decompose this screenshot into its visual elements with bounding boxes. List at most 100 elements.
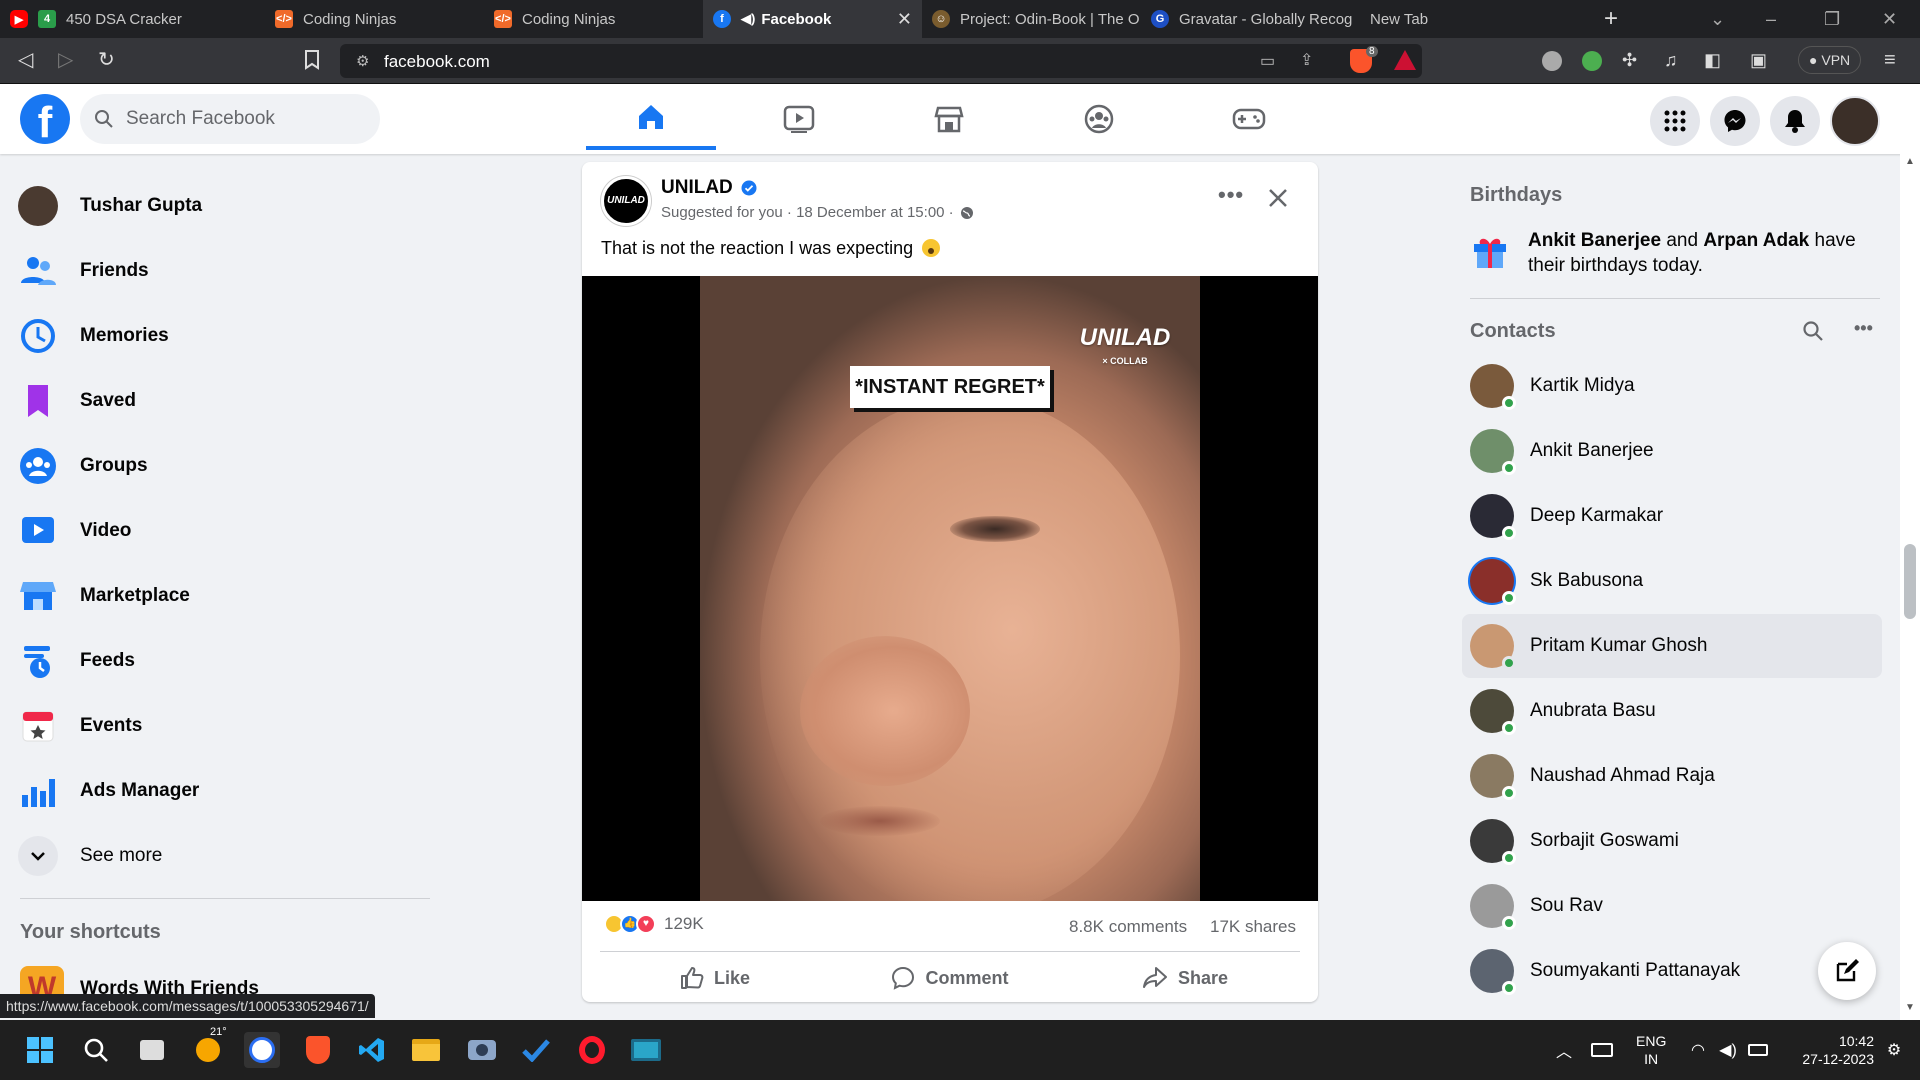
search-input[interactable]	[126, 108, 356, 130]
keyboard-icon[interactable]	[1584, 1032, 1620, 1068]
messenger-button[interactable]	[1710, 96, 1760, 146]
task-view-icon[interactable]	[134, 1032, 170, 1068]
facebook-logo-icon[interactable]: f	[20, 94, 70, 144]
comments-count[interactable]: 8.8K comments	[1069, 917, 1187, 937]
post-video[interactable]: *INSTANT REGRET* UNILAD × COLLAB	[582, 276, 1318, 901]
extension-icon[interactable]	[1582, 51, 1602, 71]
tab-gaming[interactable]	[1184, 88, 1314, 150]
file-explorer-icon[interactable]	[408, 1032, 444, 1068]
new-tab-icon[interactable]: +	[1604, 0, 1618, 38]
scroll-thumb[interactable]	[1904, 544, 1916, 619]
shares-count[interactable]: 17K shares	[1210, 917, 1296, 937]
scroll-up-arrow-icon[interactable]: ▲	[1905, 156, 1915, 167]
sidebar-item-marketplace[interactable]: Marketplace	[18, 566, 438, 626]
address-bar[interactable]: ⚙ facebook.com ▭ ⇪ 8	[340, 44, 1422, 78]
browser-tab[interactable]: New Tab	[1360, 0, 1560, 38]
vpn-button[interactable]: ● VPN	[1798, 46, 1862, 74]
birthday-name[interactable]: Arpan Adak	[1703, 230, 1809, 251]
camera-icon[interactable]	[464, 1032, 500, 1068]
minimize-icon[interactable]: –	[1766, 0, 1776, 38]
share-button[interactable]: Share	[1070, 958, 1300, 998]
sidebar-item-groups[interactable]: Groups	[18, 436, 438, 496]
restore-icon[interactable]: ❐	[1824, 0, 1840, 38]
contact-item[interactable]: Naushad Ahmad Raja	[1462, 744, 1882, 808]
browser-tab[interactable]: G Gravatar - Globally Recog	[1141, 0, 1360, 38]
start-windows-icon[interactable]	[22, 1032, 58, 1068]
battery-icon[interactable]	[1740, 1032, 1776, 1068]
wallet-icon[interactable]: ▣	[1750, 50, 1767, 70]
sidebar-item-ads-manager[interactable]: Ads Manager	[18, 761, 438, 821]
search-icon[interactable]	[78, 1032, 114, 1068]
system-clock[interactable]: 10:42 27-12-2023	[1782, 1032, 1874, 1068]
sidebar-item-saved[interactable]: Saved	[18, 371, 438, 431]
sidebar-item-video[interactable]: Video	[18, 501, 438, 561]
reactions-summary[interactable]: 👍 ♥ 129K	[604, 914, 704, 934]
menu-icon[interactable]: ≡	[1884, 50, 1896, 70]
weather-icon[interactable]: 21°	[190, 1026, 227, 1068]
todo-icon[interactable]	[518, 1032, 554, 1068]
vscode-icon[interactable]	[354, 1032, 390, 1068]
birthday-notice[interactable]: Ankit Banerjee and Arpan Adak have their…	[1470, 228, 1870, 278]
bookmark-icon[interactable]	[304, 50, 320, 74]
tab-marketplace[interactable]	[884, 88, 1014, 150]
extensions-puzzle-icon[interactable]: ✣	[1622, 50, 1637, 70]
contact-item[interactable]: Ankit Banerjee	[1462, 419, 1882, 483]
sidebar-item-friends[interactable]: Friends	[18, 241, 438, 301]
contacts-options-icon[interactable]: •••	[1854, 318, 1873, 339]
close-tab-icon[interactable]: ✕	[897, 9, 912, 30]
contact-item[interactable]: Deep Karmakar	[1462, 484, 1882, 548]
sidebar-item-feeds[interactable]: Feeds	[18, 631, 438, 691]
contact-item[interactable]: Sk Babusona	[1462, 549, 1882, 613]
contact-item[interactable]: Pritam Kumar Ghosh	[1462, 614, 1882, 678]
contact-item[interactable]: Kartik Midya	[1462, 354, 1882, 418]
site-info-icon[interactable]: ⚙	[356, 52, 369, 70]
notifications-center-icon[interactable]: ⚙	[1876, 1032, 1912, 1068]
brave-browser-icon[interactable]	[300, 1032, 336, 1068]
media-icon[interactable]: ♫	[1664, 50, 1678, 70]
contact-item[interactable]: Anubrata Basu	[1462, 679, 1882, 743]
contact-item[interactable]: Sorbajit Goswami	[1462, 809, 1882, 873]
reload-icon[interactable]: ↻	[98, 50, 115, 70]
sidebar-item-memories[interactable]: Memories	[18, 306, 438, 366]
language-indicator[interactable]: ENG IN	[1636, 1032, 1666, 1068]
forward-icon[interactable]: ▷	[58, 50, 73, 70]
tab-groups[interactable]	[1034, 88, 1164, 150]
page-avatar[interactable]: UNILAD	[601, 176, 651, 226]
share-page-icon[interactable]: ⇪	[1300, 50, 1313, 70]
brave-rewards-icon[interactable]	[1394, 50, 1416, 70]
browser-tab[interactable]: </> Coding Ninjas	[265, 0, 484, 38]
contact-item[interactable]: Sou Rav	[1462, 874, 1882, 938]
close-window-icon[interactable]: ✕	[1882, 0, 1897, 38]
browser-tab[interactable]: ☺ Project: Odin-Book | The O	[922, 0, 1141, 38]
tab-search-icon[interactable]: ⌄	[1710, 0, 1725, 38]
sidebar-item-events[interactable]: Events	[18, 696, 438, 756]
see-more-button[interactable]: See more	[18, 826, 438, 886]
menu-grid-button[interactable]	[1650, 96, 1700, 146]
contacts-search-icon[interactable]	[1802, 320, 1824, 347]
close-post-icon[interactable]	[1262, 182, 1298, 218]
sidebar-icon[interactable]: ◧	[1704, 50, 1721, 70]
audio-playing-icon[interactable]: ◀)	[741, 11, 755, 27]
page-name[interactable]: UNILAD	[661, 177, 757, 199]
opera-icon[interactable]	[574, 1032, 610, 1068]
browser-tab[interactable]: ▶ 4 450 DSA Cracker	[0, 0, 265, 38]
account-avatar[interactable]	[1830, 96, 1880, 146]
browser-tab-active[interactable]: f ◀) Facebook ✕	[703, 0, 922, 38]
like-button[interactable]: Like	[600, 958, 830, 998]
page-scrollbar[interactable]: ▲ ▼	[1900, 154, 1920, 1020]
scroll-down-arrow-icon[interactable]: ▼	[1905, 1002, 1915, 1013]
post-more-options-icon[interactable]: •••	[1218, 182, 1244, 208]
tab-video[interactable]	[734, 88, 864, 150]
tab-home[interactable]	[586, 88, 716, 150]
notifications-button[interactable]	[1770, 96, 1820, 146]
sidebar-item-profile[interactable]: Tushar Gupta	[18, 176, 438, 236]
browser-tab[interactable]: </> Coding Ninjas	[484, 0, 703, 38]
comment-button[interactable]: Comment	[835, 958, 1065, 998]
back-icon[interactable]: ◁	[18, 50, 33, 70]
extension-icon[interactable]	[1542, 51, 1562, 71]
search-box[interactable]	[80, 94, 380, 144]
clock-app-icon[interactable]	[244, 1032, 280, 1068]
show-hidden-icons-icon[interactable]: ︿	[1546, 1032, 1582, 1068]
birthday-name[interactable]: Ankit Banerjee	[1528, 230, 1661, 251]
new-message-button[interactable]	[1818, 942, 1876, 1000]
